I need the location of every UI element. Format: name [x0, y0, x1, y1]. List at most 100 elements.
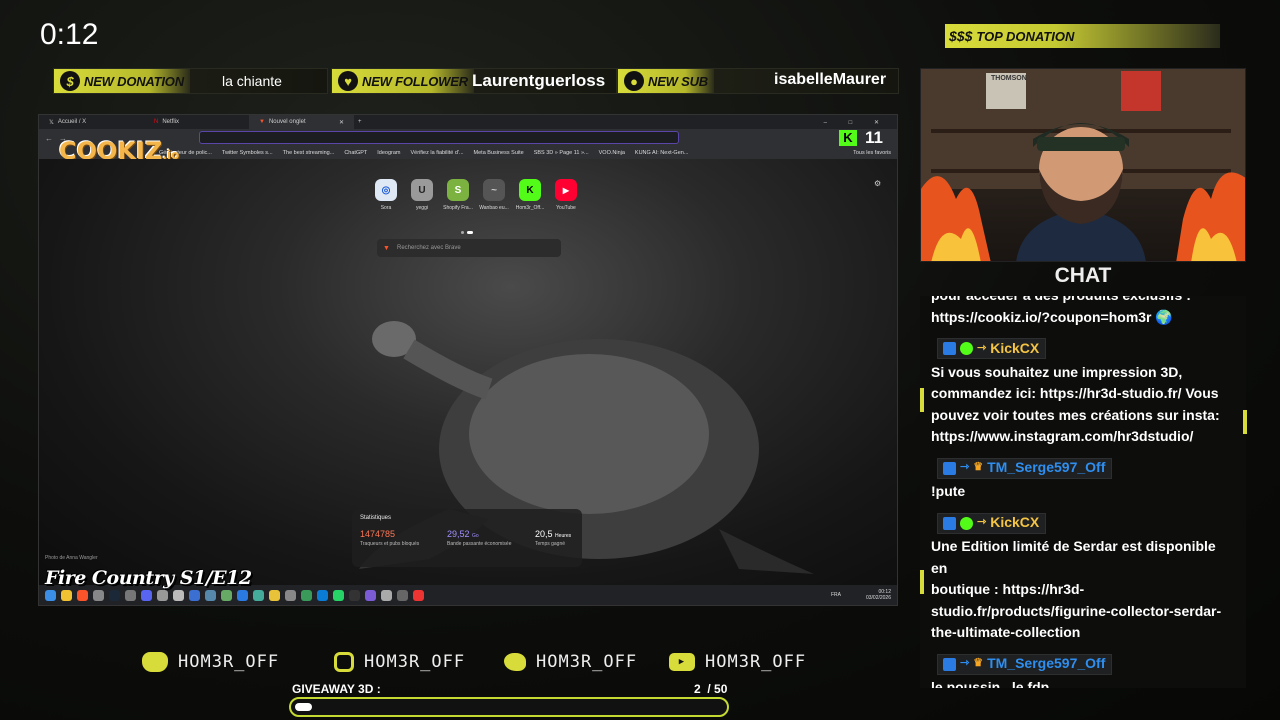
social-twitter[interactable]: HOM3R_OFF [504, 652, 637, 672]
chat-messages: pour accéder à des produits exclusifs : … [931, 296, 1231, 688]
stream-timer: 0:12 [40, 18, 99, 51]
new-tab-icon[interactable]: + [358, 119, 362, 125]
bot-badge-icon: ⇾ [977, 516, 987, 529]
chat-message-3: ⇾ ♛ TM_Serge597_Off !pute [931, 457, 1231, 503]
social-youtube[interactable]: ▶ HOM3R_OFF [669, 652, 806, 672]
social-discord[interactable]: HOM3R_OFF [142, 652, 279, 672]
chat-user-row[interactable]: ⇾ KickCX [937, 338, 1047, 360]
edge-icon[interactable] [317, 589, 328, 601]
chat-username[interactable]: TM_Serge597_Off [987, 653, 1105, 675]
chat-user-row[interactable]: ⇾ KickCX [937, 512, 1047, 534]
chat-user-row[interactable]: ⇾ ♛ TM_Serge597_Off [937, 457, 1113, 479]
time-label: Temps gagné [535, 541, 566, 547]
stats-title: Statistiques [360, 515, 392, 521]
app-icon-5[interactable] [189, 589, 200, 601]
bookmark-7[interactable]: Meta Business Suite [474, 150, 524, 156]
all-favorites[interactable]: Tous les favoris [853, 150, 891, 156]
windows-start-icon[interactable] [45, 589, 56, 601]
chat-panel: pour accéder à des produits exclusifs : … [920, 296, 1246, 688]
instagram-icon [334, 652, 354, 672]
settings-gear-icon[interactable]: ⚙ [874, 179, 881, 188]
verified-badge-icon [960, 516, 973, 530]
app-icon-7[interactable] [221, 589, 232, 601]
top-site-sora[interactable]: ◎ Sora [374, 179, 398, 211]
bookmark-10[interactable]: KUNG AI: Next-Gen... [635, 150, 689, 156]
vscode-icon[interactable] [237, 589, 248, 601]
chat-user-row[interactable]: ⇾ ♛ TM_Serge597_Off [937, 653, 1113, 675]
tab-twitter[interactable]: 𝕏 Accueil / X [39, 115, 144, 129]
kick-viewer-count: 11 [865, 128, 883, 147]
top-site-yeggi[interactable]: Uyeggi [410, 179, 434, 211]
app-icon-8[interactable] [253, 589, 264, 601]
app-icon-3[interactable] [157, 589, 168, 601]
tab-netflix[interactable]: N Netflix [144, 115, 249, 129]
address-bar[interactable] [199, 131, 679, 144]
chat-username[interactable]: TM_Serge597_Off [987, 457, 1105, 479]
brave-icon: ▼ [259, 119, 265, 125]
top-site-youtube[interactable]: ▶ YouTube [554, 179, 578, 211]
app-icon-15[interactable] [413, 589, 424, 601]
bookmark-8[interactable]: SBS 3D » Page 11 »... [534, 150, 589, 156]
youtube-social-icon: ▶ [669, 653, 695, 671]
top-site-shopify[interactable]: S Shopify Fra... [443, 179, 473, 211]
chat-username[interactable]: KickCX [990, 512, 1039, 534]
top-site-wanbao[interactable]: ~ Wanbao eu... [479, 179, 509, 211]
chat-username[interactable]: KickCX [990, 338, 1039, 360]
social-instagram[interactable]: HOM3R_OFF [334, 652, 465, 672]
file-explorer-icon[interactable] [61, 589, 72, 601]
close-tab-icon[interactable]: ✕ [339, 119, 344, 126]
dollar-icon: $ [60, 71, 80, 91]
window-controls[interactable]: – □ ✕ [824, 119, 889, 126]
bookmark-3[interactable]: The best streaming... [283, 150, 335, 156]
steam-icon[interactable] [109, 589, 120, 601]
webcam-scene [921, 69, 1245, 261]
trackers-label: Traqueurs et pubs bloqués [360, 541, 420, 547]
giveaway-progress-bar [289, 697, 729, 717]
tab-new-tab[interactable]: ▼ Nouvel onglet ✕ [249, 115, 354, 129]
app-icon-1[interactable] [93, 589, 104, 601]
youtube-icon: ▶ [555, 179, 577, 201]
app-icon-13[interactable] [365, 589, 376, 601]
chat-message-5: ⇾ ♛ TM_Serge597_Off le poussin , le fdp [931, 653, 1231, 688]
app-icon-6[interactable] [205, 589, 216, 601]
app-icon-12[interactable] [349, 589, 360, 601]
episode-title: Fire Country S1/E12 [45, 567, 252, 589]
app-icon-2[interactable] [125, 589, 136, 601]
new-follower-value: Laurentguerloss [472, 71, 606, 90]
app-icon-10[interactable] [285, 589, 296, 601]
discord-taskbar-icon[interactable] [141, 589, 152, 601]
new-donation-bar: $ NEW DONATION la chiante [53, 68, 328, 94]
giveaway-label: GIVEAWAY 3D : [292, 682, 381, 696]
x-logo-icon: 𝕏 [49, 119, 54, 126]
brave-taskbar-icon[interactable] [77, 589, 88, 601]
top-donation-label: TOP DONATION [976, 28, 1075, 44]
arrow-badge-icon: ⇾ [960, 657, 970, 670]
top-site-kick[interactable]: K Hom3r_Off... [516, 179, 544, 211]
app-icon-9[interactable] [269, 589, 280, 601]
arrow-badge-icon: ⇾ [960, 461, 970, 474]
back-icon[interactable]: ← [45, 134, 53, 143]
stream-overlay: 0:12 $ NEW DONATION la chiante ♥ NEW FOL… [0, 0, 1280, 720]
app-icon-14[interactable] [381, 589, 392, 601]
taskbar-clock[interactable]: 00:12 03/02/2026 [866, 589, 891, 601]
stats-widget: Statistiques 1474785 Traqueurs et pubs b… [352, 509, 582, 567]
tab-strip: 𝕏 Accueil / X N Netflix ▼ Nouvel onglet ✕ + … [39, 115, 897, 129]
twitter-icon [504, 653, 526, 671]
bookmark-6[interactable]: Vérifiez la fiabilité d'... [411, 150, 464, 156]
bookmark-5[interactable]: Ideogram [377, 150, 400, 156]
chat-accent-bar [920, 570, 924, 594]
time-value: 20,5 [535, 529, 553, 539]
whatsapp-icon[interactable] [333, 589, 344, 601]
language-indicator[interactable]: FRA [831, 592, 841, 598]
bookmark-4[interactable]: ChatGPT [344, 150, 367, 156]
giveaway-progress-fill [295, 703, 312, 711]
new-tab-search[interactable]: ▼ Recherchez avec Brave [377, 239, 561, 257]
app-icon-4[interactable] [173, 589, 184, 601]
settings-taskbar-icon[interactable] [397, 589, 408, 601]
app-icon-11[interactable] [301, 589, 312, 601]
bookmark-9[interactable]: VOO.Ninja [599, 150, 625, 156]
triple-dollar-icon: $$$ [949, 28, 973, 44]
chat-message-4: ⇾ KickCX Une Edition limité de Serdar es… [931, 512, 1222, 640]
netflix-icon: N [154, 119, 159, 125]
bookmark-2[interactable]: Twitter Symboles s... [222, 150, 273, 156]
